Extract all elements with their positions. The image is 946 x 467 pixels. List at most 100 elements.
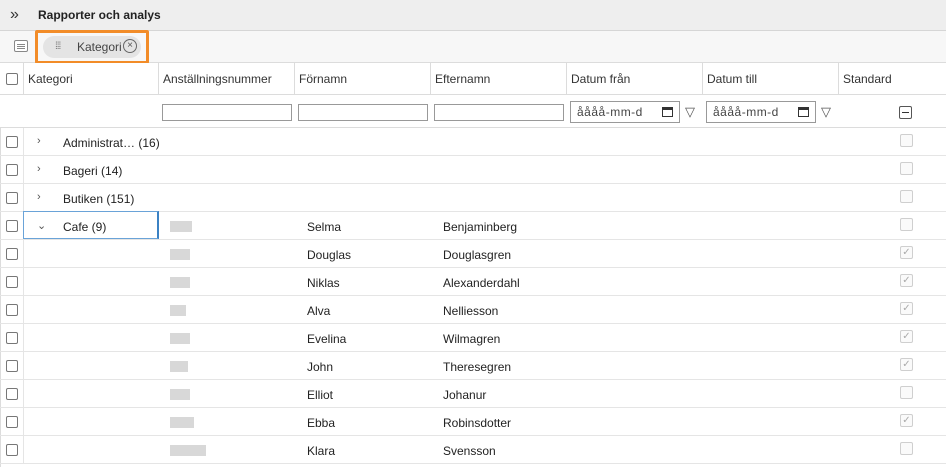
first-name: Elliot [307, 388, 334, 402]
last-name: Svensson [443, 444, 496, 458]
standard-checkbox[interactable]: ✓ [900, 330, 913, 343]
row-checkbox[interactable] [6, 164, 18, 176]
standard-checkbox[interactable] [900, 162, 913, 175]
first-name: Ebba [307, 416, 336, 430]
first-name: Klara [307, 444, 336, 458]
row-divider [23, 268, 24, 296]
date-placeholder: åååå-mm-d [713, 105, 779, 119]
row-divider [23, 324, 24, 352]
group-label: Butiken (151) [63, 192, 135, 206]
table-row[interactable]: Elliot Johanur [0, 380, 946, 408]
employee-number-redacted [170, 389, 190, 400]
row-divider [23, 436, 24, 464]
row-divider [23, 296, 24, 324]
row-checkbox[interactable] [6, 192, 18, 204]
filter-date-fran[interactable]: åååå-mm-d [570, 101, 680, 123]
standard-checkbox[interactable]: ✓ [900, 274, 913, 287]
table-row[interactable]: Niklas Alexanderdahl ✓ [0, 268, 946, 296]
expand-chevron-icon[interactable]: › [37, 163, 41, 175]
standard-checkbox[interactable]: ✓ [900, 302, 913, 315]
top-bar: » Rapporter och analys [0, 0, 946, 31]
standard-checkbox[interactable] [900, 386, 913, 399]
column-header-standard[interactable]: Standard [838, 63, 944, 95]
standard-checkbox[interactable] [900, 218, 913, 231]
drag-handle-icon[interactable]: ⁞⁞⁞ [55, 41, 61, 52]
employee-number-redacted [170, 333, 190, 344]
row-checkbox[interactable] [6, 136, 18, 148]
standard-checkbox[interactable]: ✓ [900, 358, 913, 371]
focused-cell[interactable] [23, 211, 159, 239]
standard-checkbox[interactable]: ✓ [900, 246, 913, 259]
first-name: John [307, 360, 334, 374]
row-divider [23, 408, 24, 436]
employee-number-redacted [170, 221, 192, 232]
column-header-kategori[interactable]: Kategori [23, 63, 156, 95]
group-label: Bageri (14) [63, 164, 123, 178]
first-name: Alva [307, 304, 331, 318]
filter-funnel-icon[interactable]: ▽ [685, 104, 695, 120]
standard-filter-checkbox[interactable] [899, 106, 912, 119]
employee-number-redacted [170, 445, 206, 456]
last-name: Johanur [443, 388, 487, 402]
calendar-icon[interactable] [662, 107, 673, 117]
expand-chevron-icon[interactable]: › [37, 191, 41, 203]
group-row[interactable]: › Administrat… (16) [0, 128, 946, 156]
column-header-fornamn[interactable]: Förnamn [294, 63, 428, 95]
filter-input-fornamn[interactable] [298, 104, 428, 121]
first-name: Evelina [307, 332, 347, 346]
table-row[interactable]: Klara Svensson [0, 436, 946, 464]
calendar-icon[interactable] [798, 107, 809, 117]
remove-group-icon[interactable]: × [123, 39, 137, 53]
column-header-efternamn[interactable]: Efternamn [430, 63, 564, 95]
employee-number-redacted [170, 305, 186, 316]
row-divider [23, 184, 24, 212]
row-checkbox[interactable] [6, 276, 18, 288]
row-checkbox[interactable] [6, 416, 18, 428]
select-all-checkbox[interactable] [6, 73, 18, 85]
last-name: Nelliesson [443, 304, 499, 318]
row-checkbox[interactable] [6, 360, 18, 372]
standard-checkbox[interactable] [900, 442, 913, 455]
employee-number-redacted [170, 417, 194, 428]
filter-funnel-icon[interactable]: ▽ [821, 104, 831, 120]
group-row[interactable]: › Bageri (14) [0, 156, 946, 184]
employee-number-redacted [170, 361, 188, 372]
row-checkbox[interactable] [6, 388, 18, 400]
row-checkbox[interactable] [6, 332, 18, 344]
table-row[interactable]: Ebba Robinsdotter ✓ [0, 408, 946, 436]
filter-row: åååå-mm-d ▽ åååå-mm-d ▽ [0, 95, 946, 128]
filter-input-efternamn[interactable] [434, 104, 564, 121]
standard-checkbox[interactable] [900, 190, 913, 203]
expand-sidebar-icon[interactable]: » [10, 6, 19, 24]
row-checkbox[interactable] [6, 220, 18, 232]
row-checkbox[interactable] [6, 304, 18, 316]
row-checkbox[interactable] [6, 248, 18, 260]
last-name: Alexanderdahl [443, 276, 520, 290]
first-name: Niklas [307, 276, 340, 290]
column-header-datum-till[interactable]: Datum till [702, 63, 836, 95]
last-name: Wilmagren [443, 332, 501, 346]
group-panel-icon[interactable] [14, 40, 28, 52]
table-row[interactable]: Douglas Douglasgren ✓ [0, 240, 946, 268]
row-divider [23, 240, 24, 268]
first-name: Douglas [307, 248, 352, 262]
last-name: Theresegren [443, 360, 512, 374]
standard-checkbox[interactable] [900, 134, 913, 147]
table-row[interactable]: Evelina Wilmagren ✓ [0, 324, 946, 352]
filter-date-till[interactable]: åååå-mm-d [706, 101, 816, 123]
column-header-datum-fran[interactable]: Datum från [566, 63, 700, 95]
row-divider [23, 156, 24, 184]
table-row[interactable]: Alva Nelliesson ✓ [0, 296, 946, 324]
first-name: Selma [307, 220, 342, 234]
row-checkbox[interactable] [6, 444, 18, 456]
group-row[interactable]: › Butiken (151) [0, 184, 946, 212]
last-name: Robinsdotter [443, 416, 512, 430]
group-chip-kategori[interactable]: ⁞⁞⁞ Kategori × [43, 36, 141, 58]
column-header-anstallningsnummer[interactable]: Anställningsnummer [158, 63, 292, 95]
row-divider [23, 380, 24, 408]
expand-chevron-icon[interactable]: › [37, 135, 41, 147]
standard-checkbox[interactable]: ✓ [900, 414, 913, 427]
employee-number-redacted [170, 277, 190, 288]
filter-input-anstallningsnummer[interactable] [162, 104, 292, 121]
table-row[interactable]: John Theresegren ✓ [0, 352, 946, 380]
